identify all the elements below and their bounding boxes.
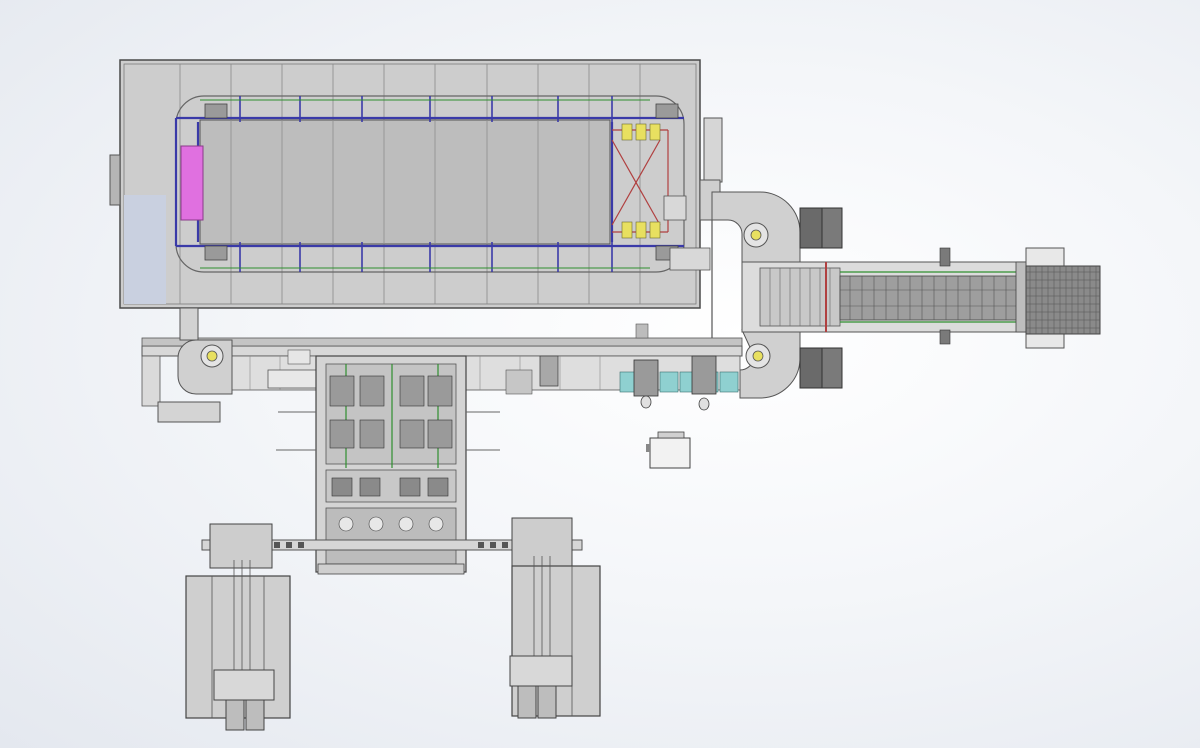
mesh-infeed <box>1025 247 1101 349</box>
magenta-plate <box>180 145 204 221</box>
right-side-column <box>699 117 723 338</box>
right-case-stacker <box>509 517 601 719</box>
control-box <box>646 431 691 469</box>
right-infeed-module <box>741 247 1029 345</box>
curve-conveyor-bottom <box>739 329 843 399</box>
left-case-stacker <box>185 523 291 731</box>
machine-layout-drawing <box>109 59 1101 731</box>
curve-conveyor-top <box>711 191 843 263</box>
